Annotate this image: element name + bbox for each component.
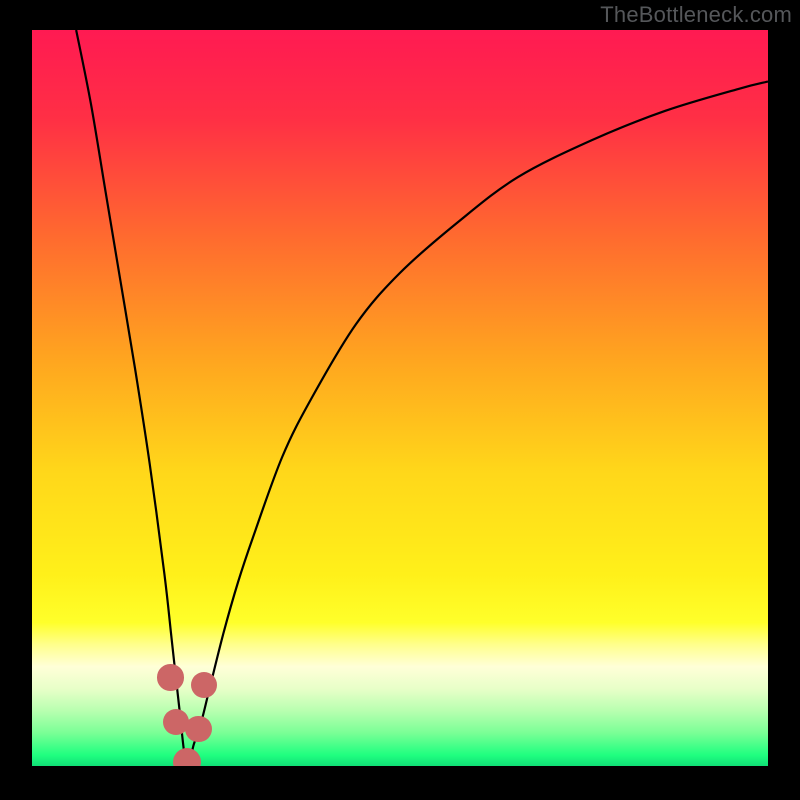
plot-area: [32, 30, 768, 766]
watermark-text: TheBottleneck.com: [600, 2, 792, 28]
outer-frame: TheBottleneck.com: [0, 0, 800, 800]
bottleneck-curve: [76, 30, 768, 766]
marker-left-upper: [157, 664, 183, 690]
marker-right-lower: [185, 716, 211, 742]
curve-layer: [32, 30, 768, 766]
marker-bottom: [173, 748, 201, 766]
